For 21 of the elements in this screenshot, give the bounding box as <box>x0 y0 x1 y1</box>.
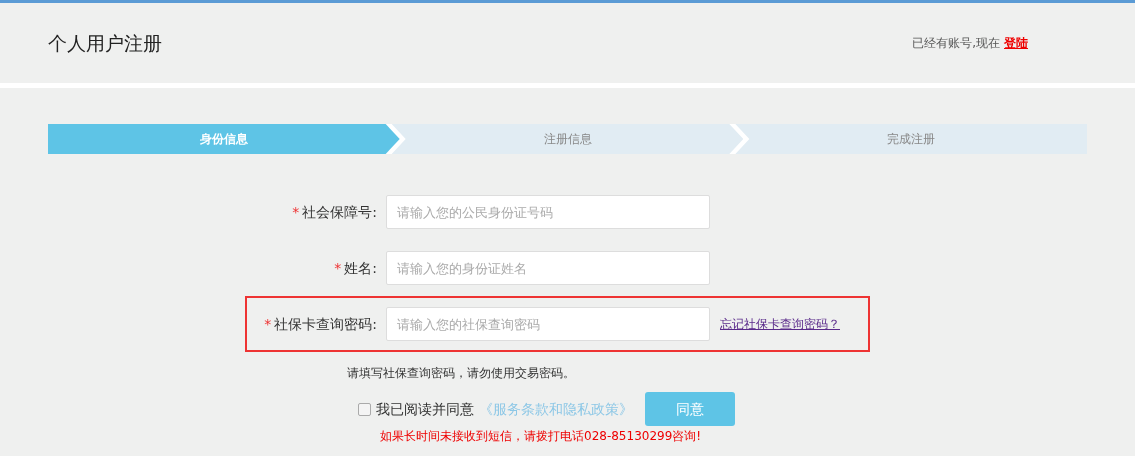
page-title: 个人用户注册 <box>48 30 162 56</box>
login-prompt: 已经有账号,现在 <box>912 35 1000 52</box>
required-mark: * <box>334 258 342 278</box>
input-field[interactable]: 请输入您的身份证姓名 <box>386 251 710 285</box>
agree-checkbox[interactable] <box>358 402 371 416</box>
hint-text: 请填写社保查询密码，请勿使用交易密码。 <box>347 365 576 382</box>
input-field[interactable]: 请输入您的公民身份证号码 <box>386 195 710 229</box>
forgot-password-link[interactable]: 忘记社保卡查询密码？ <box>720 315 840 333</box>
field-label: 社会保障号: <box>302 202 377 222</box>
progress-step: 注册信息 <box>391 124 744 154</box>
required-mark: * <box>292 202 300 222</box>
field-label: 姓名: <box>344 258 377 278</box>
agree-button[interactable]: 同意 <box>645 392 735 426</box>
progress-step: 身份信息 <box>48 124 400 154</box>
agree-label: 我已阅读并同意 <box>376 399 474 419</box>
field-label: 社保卡查询密码: <box>274 314 377 334</box>
login-link[interactable]: 登陆 <box>1004 34 1028 52</box>
required-mark: * <box>264 314 272 334</box>
progress-step: 完成注册 <box>735 124 1087 154</box>
notice-text: 如果长时间未接收到短信，请拨打电话028-85130299咨询! <box>380 428 703 444</box>
input-field[interactable]: 请输入您的社保查询密码 <box>386 307 710 341</box>
